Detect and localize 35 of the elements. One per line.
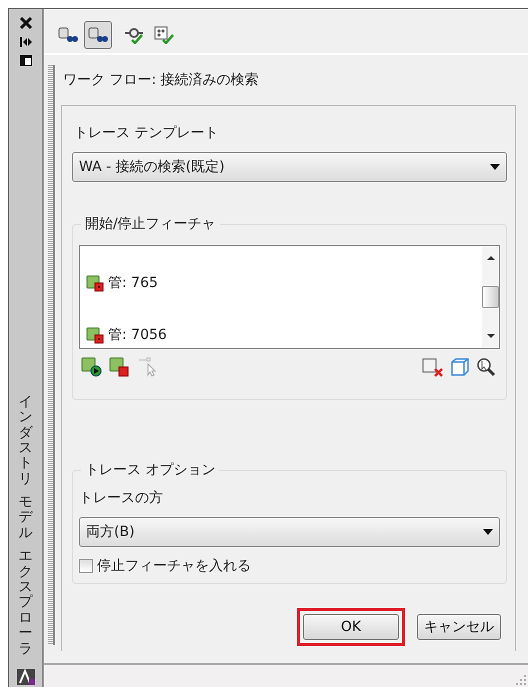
dock-grip[interactable] [48,65,55,645]
close-icon[interactable] [20,17,32,29]
zoom-icon[interactable] [476,357,496,377]
group-title: 開始/停止フィーチャ [81,215,220,233]
workflow-title: ワーク フロー: 接続済みの検索 [62,71,260,90]
dialog-button[interactable]: OK [303,614,399,640]
cube-icon[interactable] [450,357,470,377]
checkbox-label: 停止フィーチャを入れる [97,557,251,575]
stop-feature-icon [86,326,106,344]
start-feature-icon[interactable] [81,357,103,377]
remove-feature-icon[interactable] [422,357,444,377]
checkbox[interactable] [79,559,93,573]
tool-button[interactable] [84,21,112,49]
resize-grip-icon [516,675,526,685]
caret-icon [490,164,500,170]
caret-icon [483,529,493,535]
list-item[interactable]: 管: 7056 [108,326,167,344]
scroll-bar[interactable] [482,246,499,348]
trace-template-label: トレース テンプレート [74,124,220,142]
properties-icon[interactable] [20,55,32,66]
auto-hide-icon[interactable] [20,37,32,47]
list-item[interactable]: 管: 765 [108,274,158,292]
stop-feature-icon[interactable] [109,357,131,377]
palette-title-word: インダストリ [18,394,32,488]
palette-title-word: モデル [18,495,32,542]
trace-direction-label: トレースの方 [79,489,164,507]
grid-check-icon [154,26,174,44]
stop-feature-icon [86,274,106,292]
connector-check-icon [124,26,144,44]
palette-title-word: エクスプローラ [18,549,32,657]
dialog-button[interactable]: キャンセル [417,614,501,640]
trace-direction-dropdown[interactable]: 両方(B) [79,517,500,547]
app-logo-icon [16,669,34,685]
group-title: トレース オプション [81,461,220,479]
trace-template-dropdown[interactable]: WA - 接続の検索(既定) [72,152,507,182]
